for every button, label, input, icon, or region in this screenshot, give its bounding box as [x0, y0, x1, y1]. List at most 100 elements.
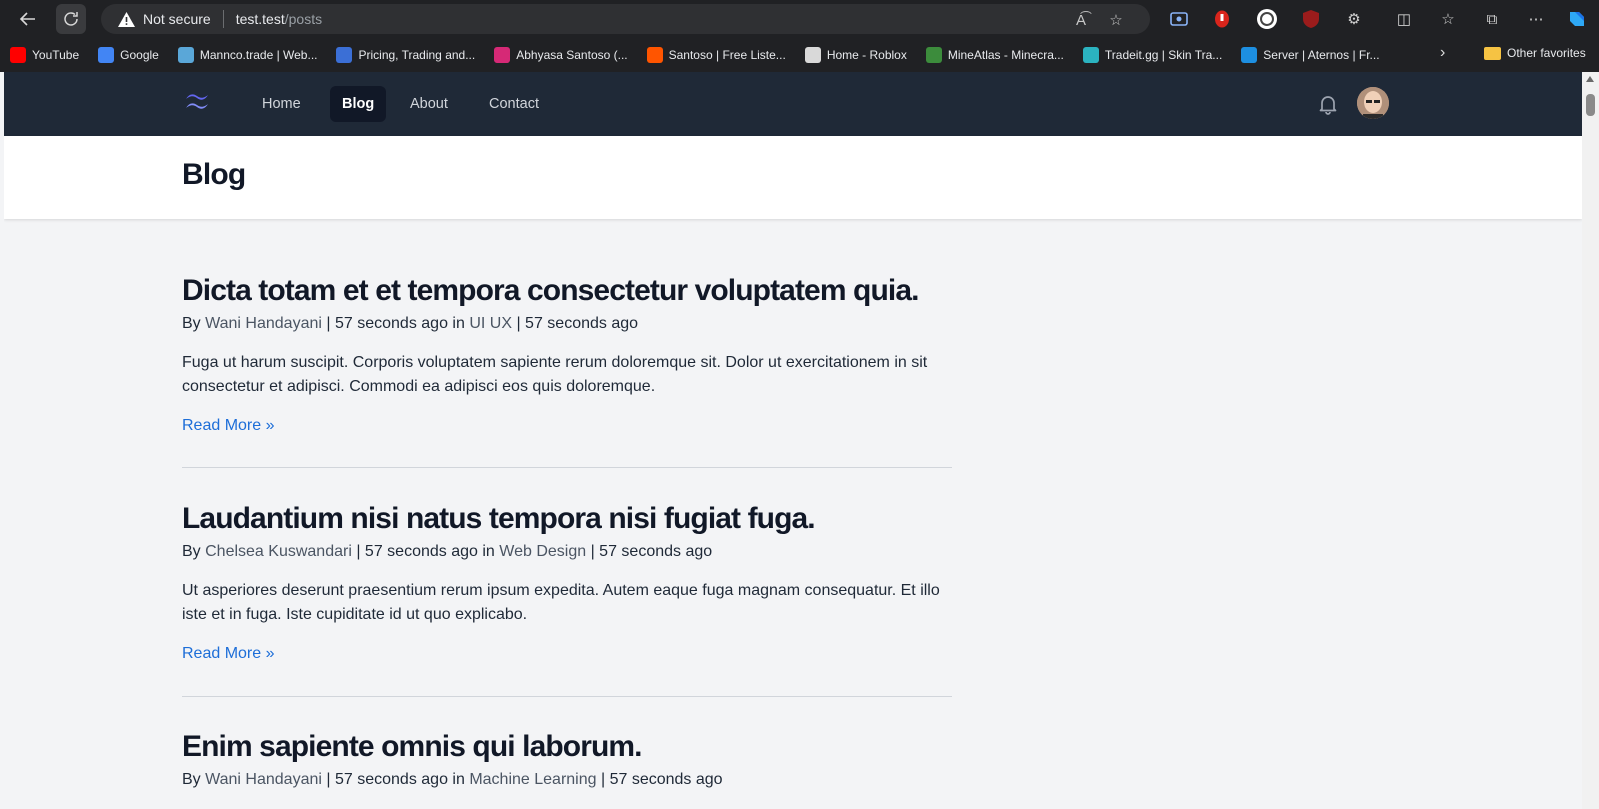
nav-contact[interactable]: Contact [477, 86, 551, 122]
bookmark-favicon-icon [177, 47, 194, 63]
author-link[interactable]: Chelsea Kuswandari [205, 543, 352, 560]
extension-screen-icon[interactable] [1168, 8, 1190, 30]
bookmark-item[interactable]: Home - Roblox [804, 47, 907, 63]
bookmark-favicon-icon [98, 47, 115, 63]
post-title[interactable]: Laudantium nisi natus tempora nisi fugia… [182, 501, 952, 537]
address-bar[interactable]: Not secure test.test/posts A͡ ☆ [101, 4, 1150, 34]
other-favorites[interactable]: Other favorites [1484, 46, 1586, 60]
scroll-thumb[interactable] [1586, 94, 1595, 116]
site-navbar: Home Blog About Contact [4, 72, 1582, 136]
bookmark-label: Mannco.trade | Web... [199, 48, 318, 62]
url-path: /posts [284, 11, 323, 27]
read-aloud-icon[interactable]: A͡ [1071, 10, 1091, 30]
post-title[interactable]: Dicta totam et et tempora consectetur vo… [182, 273, 952, 309]
category-link[interactable]: Web Design [499, 543, 586, 560]
vertical-scrollbar[interactable] [1582, 72, 1599, 809]
author-link[interactable]: Wani Handayani [205, 771, 322, 788]
bookmark-item[interactable]: Google [98, 47, 159, 63]
logo-icon [186, 94, 208, 109]
bookmark-item[interactable]: YouTube [10, 47, 79, 63]
bookmark-item[interactable]: Pricing, Trading and... [336, 47, 475, 63]
bookmark-favicon-icon [1082, 47, 1099, 63]
category-link[interactable]: Machine Learning [469, 771, 596, 788]
reload-button[interactable] [56, 4, 86, 34]
favorite-star-icon[interactable]: ☆ [1106, 10, 1126, 30]
split-screen-icon[interactable]: ◫ [1393, 8, 1415, 30]
bookmark-label: YouTube [32, 48, 80, 62]
post-time-secondary: 57 seconds ago [525, 315, 639, 332]
post-time-secondary: 57 seconds ago [599, 543, 713, 560]
bookmark-item[interactable]: Mannco.trade | Web... [177, 47, 318, 63]
bookmark-item[interactable]: Tradeit.gg | Skin Tra... [1082, 47, 1223, 63]
bookmark-label: Server | Aternos | Fr... [1263, 48, 1380, 62]
post-meta: By Wani Handayani | 57 seconds ago in UI… [182, 315, 639, 332]
post-time: 57 seconds ago [364, 543, 478, 560]
author-link[interactable]: Wani Handayani [205, 315, 322, 332]
page-viewport: Home Blog About Contact Blog Dicta totam… [4, 72, 1582, 809]
nav-about[interactable]: About [398, 86, 460, 122]
post-divider [182, 467, 952, 468]
folder-icon [1484, 46, 1501, 60]
post-meta: By Wani Handayani | 57 seconds ago in Ma… [182, 771, 723, 788]
other-favorites-label: Other favorites [1507, 46, 1586, 60]
bookmark-item[interactable]: MineAtlas - Minecra... [925, 47, 1064, 63]
page-title: Blog [182, 158, 246, 191]
bookmark-label: Pricing, Trading and... [358, 48, 476, 62]
warning-icon [117, 10, 135, 28]
bookmark-favicon-icon [10, 47, 26, 63]
address-divider [222, 10, 224, 28]
bookmark-favicon-icon [804, 47, 821, 63]
bookmark-label: Santoso | Free Liste... [668, 48, 786, 62]
bookmark-favicon-icon [646, 47, 663, 63]
bookmark-label: Google [120, 48, 159, 62]
more-menu-icon[interactable]: ⋯ [1525, 8, 1547, 30]
post-title[interactable]: Enim sapiente omnis qui laborum. [182, 729, 952, 765]
post-item: Enim sapiente omnis qui laborum. By Wani… [182, 729, 952, 792]
bookmark-label: Home - Roblox [826, 48, 907, 62]
nav-home[interactable]: Home [250, 86, 313, 122]
extension-hand-icon[interactable] [1211, 8, 1233, 30]
post-time: 57 seconds ago [334, 771, 448, 788]
bookmark-item[interactable]: Santoso | Free Liste... [646, 47, 786, 63]
browser-toolbar: Not secure test.test/posts A͡ ☆ ⚙ ◫ ☆ ⧉ … [0, 0, 1599, 38]
post-divider [182, 696, 952, 697]
by-label: By [182, 315, 201, 332]
nav-blog[interactable]: Blog [330, 86, 387, 122]
copilot-icon[interactable] [1566, 8, 1588, 30]
in-label: in [452, 771, 465, 788]
bookmark-item[interactable]: Abhyasa Santoso (... [494, 47, 628, 63]
favorites-icon[interactable]: ☆ [1437, 8, 1459, 30]
in-label: in [482, 543, 495, 560]
ublock-icon[interactable] [1300, 8, 1322, 30]
post-time: 57 seconds ago [334, 315, 448, 332]
bell-icon[interactable] [1316, 92, 1340, 116]
bookmark-label: Abhyasa Santoso (... [516, 48, 628, 62]
bookmark-favicon-icon [494, 47, 511, 63]
post-excerpt: Ut asperiores deserunt praesentium rerum… [182, 582, 940, 623]
category-link[interactable]: UI UX [469, 315, 512, 332]
extensions-puzzle-icon[interactable]: ⚙ [1343, 8, 1365, 30]
post-meta: By Chelsea Kuswandari | 57 seconds ago i… [182, 543, 713, 560]
post-item: Dicta totam et et tempora consectetur vo… [182, 273, 952, 438]
collections-icon[interactable]: ⧉ [1481, 8, 1503, 30]
reload-icon [64, 12, 78, 26]
in-label: in [452, 315, 465, 332]
extension-circle-icon[interactable] [1256, 8, 1278, 30]
arrow-left-icon [19, 12, 35, 26]
post-time-secondary: 57 seconds ago [609, 771, 723, 788]
bookmark-favicon-icon [336, 47, 353, 63]
scroll-up-icon[interactable] [1586, 76, 1594, 82]
url-host: test.test [235, 11, 285, 27]
back-button[interactable] [13, 4, 43, 34]
avatar[interactable] [1357, 87, 1389, 119]
bookmarks-bar: YouTube Google Mannco.trade | Web... Pricin… [0, 38, 1599, 72]
read-more-link[interactable]: Read More » [182, 414, 275, 438]
security-label[interactable]: Not secure [143, 11, 211, 27]
by-label: By [182, 543, 201, 560]
read-more-link[interactable]: Read More » [182, 642, 275, 666]
chevron-right-icon[interactable]: › [1440, 44, 1445, 62]
post-excerpt: Fuga ut harum suscipit. Corporis volupta… [182, 354, 928, 395]
bookmark-label: Tradeit.gg | Skin Tra... [1104, 48, 1223, 62]
post-item: Laudantium nisi natus tempora nisi fugia… [182, 501, 952, 666]
bookmark-item[interactable]: Server | Aternos | Fr... [1241, 47, 1380, 63]
